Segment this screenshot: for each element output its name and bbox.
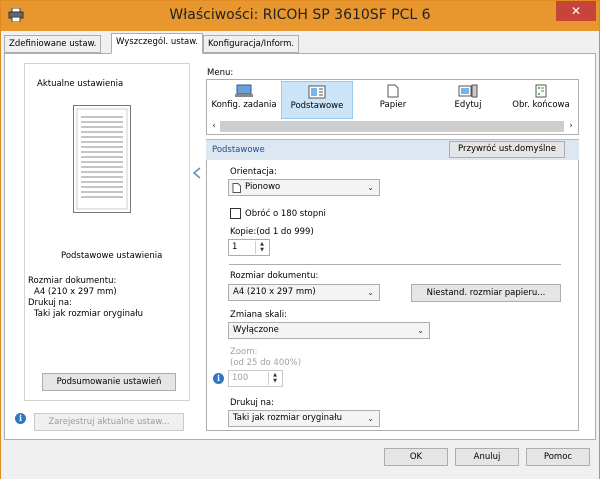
menu-item-label: Edytuj <box>454 100 482 110</box>
doc-size-label: Rozmiar dokumentu: <box>230 271 319 281</box>
menu-item-label: Papier <box>379 100 407 110</box>
menu-box: Konfig. zadania Podstawowe Papier Edytuj… <box>206 79 579 135</box>
settings-scrollbar[interactable] <box>564 161 577 429</box>
scroll-left-icon[interactable]: ‹ <box>208 120 220 133</box>
rotate-checkbox[interactable] <box>230 208 241 219</box>
zoom-label: Zoom: <box>230 347 258 357</box>
menu-item-edytuj[interactable]: Edytuj <box>433 81 503 119</box>
scale-value: Wyłączone <box>233 325 279 335</box>
orientation-value: Pionowo <box>245 182 281 192</box>
doc-size-select[interactable]: A4 (210 x 297 mm) ⌄ <box>228 284 380 301</box>
menu-item-obr-koncowa[interactable]: Obr. końcowa <box>505 81 577 119</box>
close-icon: ✕ <box>570 4 582 18</box>
finishing-icon <box>535 84 547 98</box>
spin-down-icon[interactable]: ▼ <box>256 247 268 253</box>
scroll-right-icon[interactable]: › <box>565 120 577 133</box>
spin-down-icon[interactable]: ▼ <box>269 378 281 384</box>
doc-size-caption: Rozmiar dokumentu: <box>28 276 117 286</box>
restore-defaults-button[interactable]: Przywróć ust.domyślne <box>449 141 565 158</box>
job-setup-icon <box>235 84 253 97</box>
print-on-summary: Taki jak rozmiar oryginału <box>34 309 144 319</box>
custom-paper-size-button[interactable]: Niestand. rozmiar papieru... <box>411 284 561 302</box>
doc-size-value: A4 (210 x 297 mm) <box>233 287 316 297</box>
menu-item-label: Konfig. zadania <box>211 100 277 110</box>
title-bar[interactable]: Właściwości: RICOH SP 3610SF PCL 6 ✕ <box>1 1 599 31</box>
copies-value: 1 <box>232 242 238 252</box>
basic-icon <box>308 85 326 99</box>
summary-title: Podstawowe ustawienia <box>61 251 163 261</box>
tab-label: Zdefiniowane ustaw. <box>9 39 97 49</box>
current-settings-label: Aktualne ustawienia <box>34 79 127 89</box>
zoom-value: 100 <box>232 373 249 383</box>
tab-label: Konfiguracja/Inform. <box>208 39 295 49</box>
chevron-down-icon: ⌄ <box>367 288 374 297</box>
collapse-left-icon[interactable] <box>193 167 201 179</box>
print-on-label: Drukuj na: <box>230 398 274 408</box>
menu-item-label: Podstawowe <box>290 101 344 111</box>
edit-icon <box>458 84 478 98</box>
tab-zdefiniowane[interactable]: Zdefiniowane ustaw. <box>4 35 102 53</box>
chevron-down-icon: ⌄ <box>367 183 374 192</box>
info-icon: i <box>15 413 26 424</box>
spin-buttons[interactable]: ▲ ▼ <box>255 241 268 254</box>
menu-item-podstawowe[interactable]: Podstawowe <box>281 81 353 119</box>
zoom-stepper[interactable]: 100 ▲ ▼ <box>228 370 283 387</box>
print-on-select[interactable]: Taki jak rozmiar oryginału ⌄ <box>228 410 380 427</box>
separator <box>229 264 561 265</box>
menu-label: Menu: <box>207 68 234 78</box>
menu-item-label: Obr. końcowa <box>512 100 570 110</box>
help-button[interactable]: Pomoc <box>526 448 590 466</box>
properties-window: Właściwości: RICOH SP 3610SF PCL 6 ✕ Zde… <box>0 0 600 479</box>
doc-size-summary: A4 (210 x 297 mm) <box>34 287 117 297</box>
spin-buttons[interactable]: ▲ ▼ <box>268 372 281 385</box>
tab-label: Wyszczegól. ustaw. <box>116 37 199 47</box>
rotate-label: Obróć o 180 stopni <box>245 209 326 219</box>
cancel-button[interactable]: Anuluj <box>455 448 519 466</box>
chevron-down-icon: ⌄ <box>367 414 374 423</box>
tab-konfiguracja[interactable]: Konfiguracja/Inform. <box>203 35 300 53</box>
scale-label: Zmiana skali: <box>230 310 287 320</box>
print-on-caption: Drukuj na: <box>28 298 72 308</box>
tab-wyszczegol[interactable]: Wyszczegól. ustaw. <box>111 33 204 54</box>
orientation-select[interactable]: Pionowo ⌄ <box>228 179 380 196</box>
window-title: Właściwości: RICOH SP 3610SF PCL 6 <box>169 7 431 23</box>
scale-select[interactable]: Wyłączone ⌄ <box>228 322 430 339</box>
info-icon: i <box>213 373 224 384</box>
chevron-down-icon: ⌄ <box>417 326 424 335</box>
paper-icon <box>387 84 399 98</box>
section-title: Podstawowe <box>212 145 265 155</box>
close-button[interactable]: ✕ <box>556 1 596 21</box>
copies-label: Kopie:(od 1 do 999) <box>230 227 314 237</box>
register-settings-button[interactable]: Zarejestruj aktualne ustaw... <box>34 413 184 431</box>
document-preview-icon <box>73 105 131 213</box>
menu-item-papier[interactable]: Papier <box>357 81 429 119</box>
portrait-icon <box>232 183 241 193</box>
menu-item-konfig-zadania[interactable]: Konfig. zadania <box>209 81 279 119</box>
copies-stepper[interactable]: 1 ▲ ▼ <box>228 239 270 256</box>
zoom-range: (od 25 do 400%) <box>230 358 302 368</box>
scroll-thumb[interactable] <box>220 121 564 132</box>
ok-button[interactable]: OK <box>384 448 448 466</box>
menu-scrollbar[interactable]: ‹ › <box>208 120 577 133</box>
summary-button[interactable]: Podsumowanie ustawień <box>42 373 176 391</box>
orientation-label: Orientacja: <box>230 167 277 177</box>
print-on-value: Taki jak rozmiar oryginału <box>233 413 343 423</box>
